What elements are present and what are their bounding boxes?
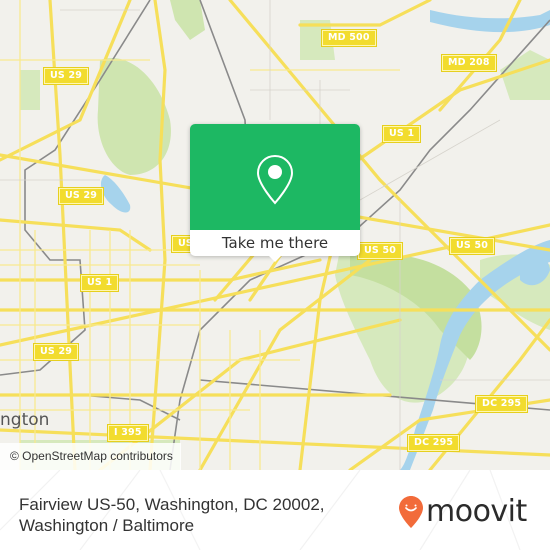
park-area	[20, 70, 40, 110]
route-shield-us1: US 1	[381, 125, 422, 143]
route-shield-us29: US 29	[42, 67, 90, 85]
city-label-washington: ngton	[0, 410, 50, 430]
route-shield-us1: US 1	[79, 274, 120, 292]
popup-header	[190, 124, 360, 230]
route-shield-us50: US 50	[448, 237, 496, 255]
brand-name: moovit	[426, 494, 527, 529]
route-shield-us29: US 29	[32, 343, 80, 361]
route-shield-dc295: DC 295	[406, 434, 461, 452]
river	[430, 10, 550, 33]
park-area	[170, 0, 205, 40]
popup-pointer	[267, 254, 283, 262]
map-attribution[interactable]: © OpenStreetMap contributors	[0, 443, 181, 470]
route-shield-dc295: DC 295	[474, 395, 529, 413]
destination-popup: Take me there	[190, 124, 360, 262]
map-pin-icon	[256, 154, 294, 205]
take-me-there-button[interactable]: Take me there	[190, 230, 360, 256]
map[interactable]: MD 500 MD 208 US 1 US 29 US 29 US US 50 …	[0, 0, 550, 470]
route-shield-us50: US 50	[356, 242, 404, 260]
footer: Fairview US-50, Washington, DC 20002, Wa…	[0, 470, 550, 550]
address-text: Fairview US-50, Washington, DC 20002, Wa…	[19, 495, 325, 535]
moovit-pin-icon	[399, 496, 423, 528]
route-shield-us29: US 29	[57, 187, 105, 205]
moovit-logo[interactable]: moovit	[398, 494, 527, 530]
reservoir	[100, 175, 131, 213]
route-shield-md208: MD 208	[441, 54, 497, 72]
route-shield-md500: MD 500	[321, 29, 377, 47]
route-shield-i395: I 395	[107, 424, 149, 442]
